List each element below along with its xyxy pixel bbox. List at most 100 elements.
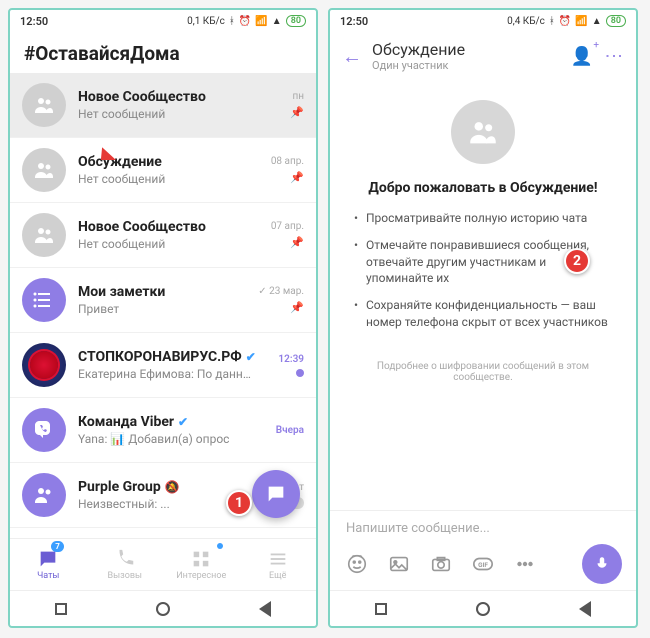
chat-time: 07 апр. [271, 221, 304, 232]
add-member-icon[interactable]: 👤 [571, 46, 593, 67]
page-title: #ОставайсяДома [10, 32, 316, 73]
chat-time: 08 апр. [271, 156, 304, 167]
nav-explore[interactable]: Интересное [163, 539, 240, 590]
bluetooth-icon: ᚼ [229, 16, 235, 27]
recents-button[interactable] [55, 603, 67, 615]
home-button[interactable] [476, 602, 490, 616]
alarm-icon: ⏰ [559, 16, 571, 27]
calls-icon [114, 548, 136, 570]
notes-avatar-icon [22, 278, 66, 322]
nav-dot [217, 543, 223, 549]
chat-subtitle: Привет [78, 302, 256, 316]
battery-icon: 80 [286, 15, 306, 27]
phone-conversation: 12:50 0,4 КБ/с ᚼ ⏰ 📶 ▲ 80 ← Обсуждение О… [328, 8, 638, 628]
chat-subtitle: Нет сообщений [78, 237, 256, 251]
wifi-icon: ▲ [592, 16, 602, 27]
welcome-bullet: Отмечайте понравившиеся сообщения, отвеч… [354, 237, 612, 287]
chat-row[interactable]: Команда Viber ✔ Yana: 📊 Добавил(а) опрос… [10, 398, 316, 463]
status-bar: 12:50 0,4 КБ/с ᚼ ⏰ 📶 ▲ 80 [330, 10, 636, 32]
camera-icon[interactable] [428, 551, 454, 577]
conversation-title: Обсуждение [372, 40, 561, 59]
battery-icon: 80 [606, 15, 626, 27]
chat-row[interactable]: Новое Сообщество Нет сообщений 07 апр.📌 [10, 203, 316, 268]
chat-time: ✓ 23 мар. [258, 286, 304, 297]
welcome-bullet: Сохраняйте конфиденциальность — ваш номе… [354, 297, 612, 331]
verified-icon: ✔ [246, 350, 256, 364]
chat-subtitle: Yana: 📊 Добавил(а) опрос [78, 432, 256, 446]
compose-icon [265, 483, 287, 505]
status-right: 0,1 КБ/с ᚼ ⏰ 📶 ▲ 80 [187, 15, 306, 27]
status-time: 12:50 [340, 15, 368, 28]
chat-time: пн [292, 91, 304, 102]
signal-icon: 📶 [255, 16, 267, 27]
chat-title: Мои заметки [78, 284, 256, 300]
pin-icon: 📌 [290, 106, 304, 119]
pin-icon: 📌 [290, 236, 304, 249]
nav-calls[interactable]: Вызовы [87, 539, 164, 590]
chat-row[interactable]: Обсуждение Нет сообщений 08 апр. 📌 [10, 138, 316, 203]
welcome-title: Добро пожаловать в Обсуждение! [368, 180, 597, 196]
nav-chats[interactable]: 7 Чаты [10, 539, 87, 590]
bottom-nav: 7 Чаты Вызовы Интересное Ещё [10, 538, 316, 590]
chat-row[interactable]: Новое Сообщество Нет сообщений пн📌 [10, 73, 316, 138]
status-net: 0,4 КБ/с [507, 16, 545, 27]
nav-label: Ещё [269, 571, 286, 581]
conversation-header: ← Обсуждение Один участник 👤 ⋮ [330, 32, 636, 80]
welcome-bullet: Просматривайте полную историю чата [354, 210, 612, 227]
welcome-bullets: Просматривайте полную историю чата Отмеч… [354, 210, 612, 341]
chat-row[interactable]: Мои заметки Привет ✓ 23 мар.📌 [10, 268, 316, 333]
unread-dot [296, 369, 304, 377]
verified-icon: ✔ [178, 415, 188, 429]
covid-avatar-icon [22, 343, 66, 387]
chat-title: Purple Group [78, 479, 161, 495]
chat-title: Команда Viber [78, 414, 174, 430]
status-time: 12:50 [20, 15, 48, 28]
recents-button[interactable] [375, 603, 387, 615]
message-input[interactable]: Напишите сообщение... [340, 517, 626, 540]
explore-icon [190, 548, 212, 570]
chat-subtitle: Екатерина Ефимова: По данным Роспотребна… [78, 367, 256, 381]
alarm-icon: ⏰ [239, 16, 251, 27]
pin-icon: 📌 [290, 171, 304, 184]
wifi-icon: ▲ [272, 16, 282, 27]
compose-fab[interactable] [252, 470, 300, 518]
more-tools-icon[interactable] [512, 551, 538, 577]
group-avatar-icon [22, 83, 66, 127]
menu-dots-icon[interactable]: ⋮ [603, 47, 624, 65]
chat-time: 12:39 [278, 354, 304, 365]
chat-title: Новое Сообщество [78, 89, 256, 105]
phone-chat-list: 12:50 0,1 КБ/с ᚼ ⏰ 📶 ▲ 80 #ОставайсяДома… [8, 8, 318, 628]
back-arrow-icon[interactable]: ← [342, 44, 362, 69]
chat-subtitle: Нет сообщений [78, 172, 256, 186]
status-bar: 12:50 0,1 КБ/с ᚼ ⏰ 📶 ▲ 80 [10, 10, 316, 32]
signal-icon: 📶 [575, 16, 587, 27]
welcome-panel: Добро пожаловать в Обсуждение! Просматри… [330, 80, 636, 510]
android-nav-bar [330, 590, 636, 626]
sticker-icon[interactable] [344, 551, 370, 577]
chat-title: СТОПКОРОНАВИРУС.РФ [78, 349, 242, 365]
chat-list[interactable]: Новое Сообщество Нет сообщений пн 📌 Обсуж… [10, 73, 316, 538]
nav-more[interactable]: Ещё [240, 539, 317, 590]
gallery-icon[interactable] [386, 551, 412, 577]
nav-label: Вызовы [108, 571, 142, 581]
home-button[interactable] [156, 602, 170, 616]
back-button[interactable] [259, 601, 271, 617]
back-button[interactable] [579, 601, 591, 617]
status-right: 0,4 КБ/с ᚼ ⏰ 📶 ▲ 80 [507, 15, 626, 27]
mic-button[interactable] [582, 544, 622, 584]
chat-time: Вчера [276, 425, 304, 436]
chat-title: Обсуждение [78, 154, 256, 170]
group-avatar-icon [451, 100, 515, 164]
android-nav-bar [10, 590, 316, 626]
viber-avatar-icon [22, 408, 66, 452]
group-avatar-icon [22, 213, 66, 257]
encryption-note[interactable]: Подробнее о шифровании сообщений в этом … [354, 361, 612, 383]
more-icon [267, 548, 289, 570]
muted-icon: 🔕 [165, 480, 180, 494]
bluetooth-icon: ᚼ [549, 16, 555, 27]
nav-badge: 7 [51, 541, 64, 552]
message-input-bar: Напишите сообщение... GIF [330, 510, 636, 590]
chat-row[interactable]: СТОПКОРОНАВИРУС.РФ ✔ Екатерина Ефимова: … [10, 333, 316, 398]
group-avatar-icon [22, 148, 66, 192]
gif-icon[interactable]: GIF [470, 551, 496, 577]
